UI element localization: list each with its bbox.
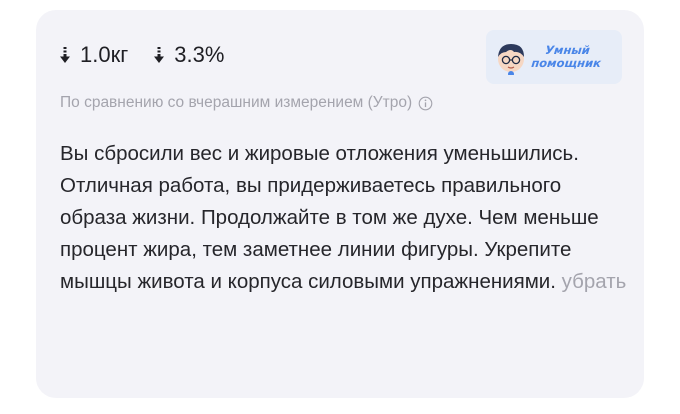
badge-label: Умный помощник — [530, 43, 603, 70]
arrow-down-icon — [60, 47, 70, 63]
arrow-down-icon — [154, 47, 165, 63]
metrics-row: 1.0кг 3.3% — [60, 42, 224, 68]
fat-change-value: 3.3% — [174, 42, 225, 67]
assistant-avatar-icon — [498, 44, 524, 75]
badge-label-line2: помощник — [530, 56, 602, 70]
weight-change-value: 1.0кг — [80, 42, 129, 67]
remove-link[interactable]: убрать — [562, 270, 627, 293]
assistant-message: Вы сбросили вес и жировые отложения умен… — [60, 138, 630, 298]
comparison-note-text: По сравнению со вчерашним измерением (Ут… — [60, 94, 413, 111]
smart-assistant-badge: Умный помощник — [486, 30, 622, 84]
fat-change-metric: 3.3% — [154, 42, 224, 68]
assistant-card: 1.0кг 3.3% Умный помощник По сравнению с… — [36, 10, 644, 398]
assistant-message-text: Вы сбросили вес и жировые отложения умен… — [60, 142, 599, 293]
weight-change-metric: 1.0кг — [60, 42, 128, 68]
info-icon[interactable] — [418, 96, 433, 111]
comparison-note: По сравнению со вчерашним измерением (Ут… — [60, 94, 433, 112]
